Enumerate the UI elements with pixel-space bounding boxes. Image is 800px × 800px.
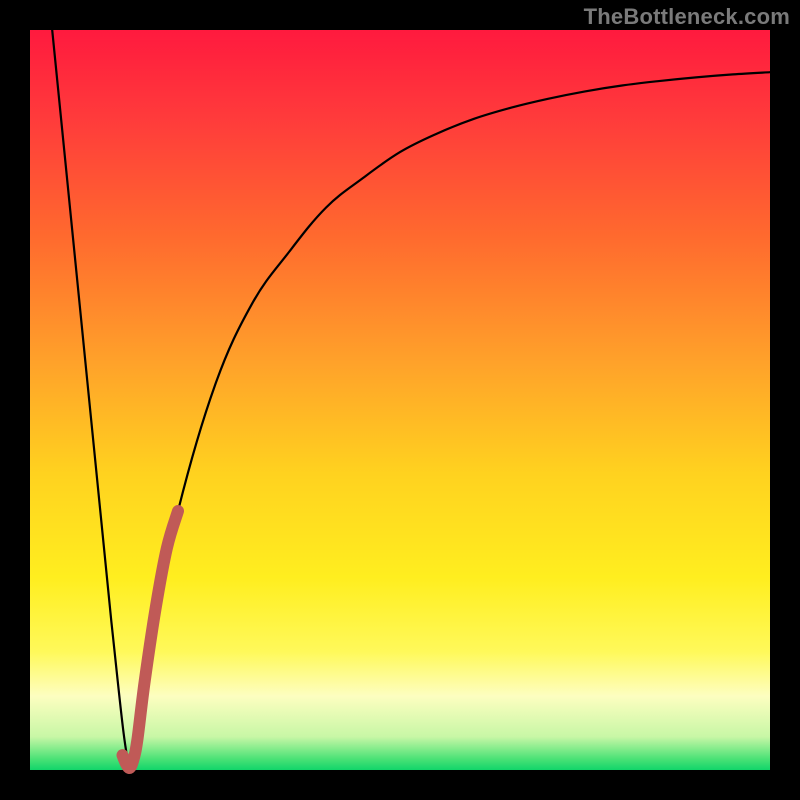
chart-svg: [30, 30, 770, 770]
chart-frame: TheBottleneck.com: [0, 0, 800, 800]
plot-area: [30, 30, 770, 770]
watermark-text: TheBottleneck.com: [584, 4, 790, 30]
gradient-background: [30, 30, 770, 770]
